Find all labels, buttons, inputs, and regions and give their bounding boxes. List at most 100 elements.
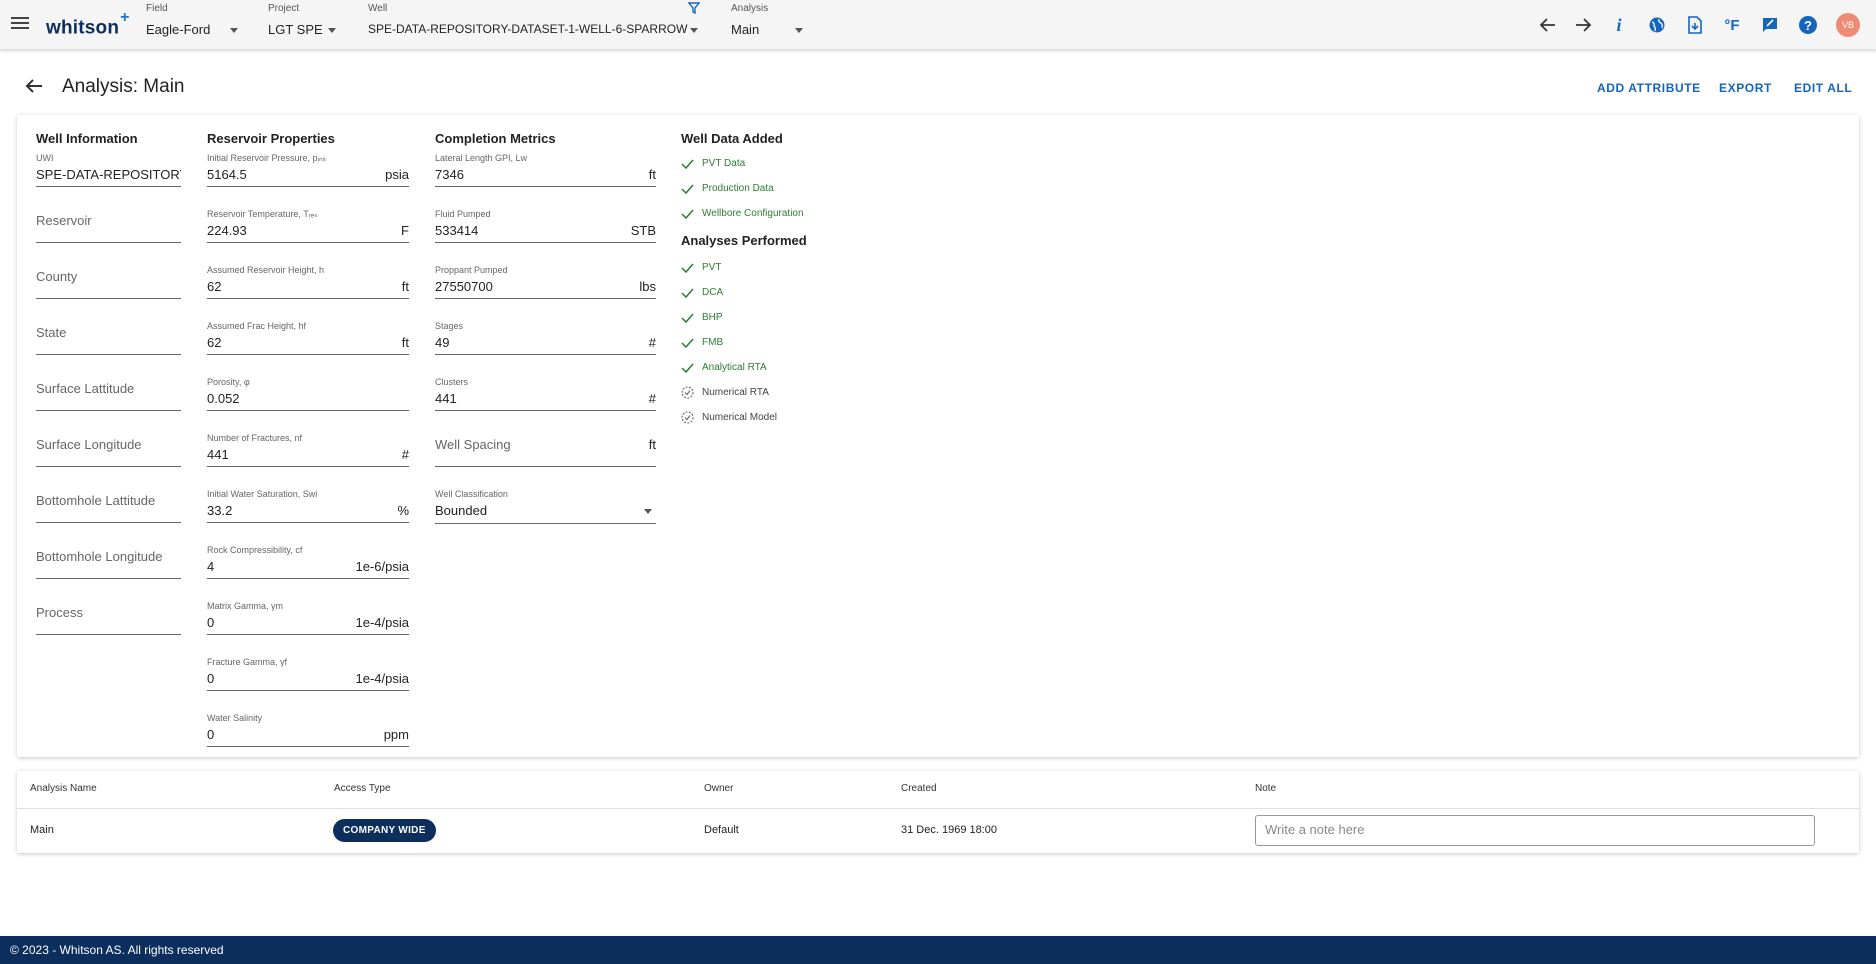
field-label: Proppant Pumped [435, 265, 508, 275]
surface-longitude-field[interactable]: Surface Longitude [36, 411, 181, 467]
avatar[interactable]: VB [1836, 13, 1860, 37]
status-label: Wellbore Configuration [702, 208, 804, 219]
menu-icon[interactable] [10, 14, 30, 34]
analysis-select[interactable]: Analysis Main [731, 3, 803, 43]
process-field[interactable]: Process [36, 579, 181, 635]
surface-latitude-field[interactable]: Surface Lattitude [36, 355, 181, 411]
file-download-icon[interactable] [1683, 13, 1707, 37]
state-field[interactable]: State [36, 299, 181, 355]
column-header-created[interactable]: Created [901, 783, 937, 794]
project-select[interactable]: Project LGT SPE [268, 3, 336, 43]
county-field[interactable]: County [36, 243, 181, 299]
rock-compressibility-field[interactable]: Rock Compressibility, cf 4 1e-6/psia [207, 523, 409, 579]
lateral-length-field[interactable]: Lateral Length GPI, Lw 7346 ft [435, 152, 656, 187]
field-unit: F [401, 223, 409, 238]
field-unit: ft [401, 279, 409, 294]
uwi-field[interactable]: UWI SPE-DATA-REPOSITORY-DATASET-1-WELL-6… [36, 152, 181, 187]
project-select-value: LGT SPE [268, 22, 323, 37]
field-value: 4 [207, 559, 215, 574]
cell-created: 31 Dec. 1969 18:00 [901, 824, 998, 836]
check-icon [681, 209, 694, 220]
temperature-unit-icon[interactable]: °F [1720, 13, 1744, 37]
edit-all-button[interactable]: EDIT ALL [1794, 81, 1852, 95]
export-button[interactable]: EXPORT [1719, 81, 1772, 95]
field-unit: lbs [639, 279, 656, 294]
bottomhole-latitude-field[interactable]: Bottomhole Lattitude [36, 467, 181, 523]
completion-metrics-title: Completion Metrics [435, 131, 556, 146]
well-select[interactable]: Well SPE-DATA-REPOSITORY-DATASET-1-WELL-… [368, 3, 698, 43]
initial-pressure-field[interactable]: Initial Reservoir Pressure, pᵢₙᵢₜ 5164.5… [207, 152, 409, 187]
pending-icon [681, 411, 694, 424]
field-unit: ft [648, 437, 656, 452]
county-placeholder: County [36, 269, 78, 284]
bottomhole-longitude-field[interactable]: Bottomhole Longitude [36, 523, 181, 579]
help-glyph: ? [1799, 16, 1817, 34]
back-arrow-icon[interactable] [24, 76, 44, 96]
field-label: Water Salinity [207, 713, 263, 723]
arrow-forward-icon[interactable] [1571, 13, 1595, 37]
cell-owner: Default [704, 824, 739, 836]
status-item-production-data: Production Data [681, 176, 881, 201]
filter-icon[interactable] [688, 2, 700, 14]
matrix-gamma-field[interactable]: Matrix Gamma, γm 0 1e-4/psia [207, 579, 409, 635]
field-label: Fluid Pumped [435, 209, 491, 219]
well-select-label: Well [368, 3, 388, 14]
column-header-note[interactable]: Note [1255, 783, 1276, 794]
cell-analysis-name[interactable]: Main [30, 824, 54, 836]
footer: © 2023 - Whitson AS. All rights reserved [0, 936, 1876, 964]
field-value: 0 [207, 727, 215, 742]
column-header-analysis-name[interactable]: Analysis Name [30, 783, 97, 794]
column-header-owner[interactable]: Owner [704, 783, 733, 794]
feedback-icon[interactable] [1758, 13, 1782, 37]
analyses-performed-title: Analyses Performed [681, 233, 807, 248]
field-value: 0.052 [207, 391, 240, 406]
fracture-gamma-field[interactable]: Fracture Gamma, γf 0 1e-4/psia [207, 635, 409, 691]
field-label: Stages [435, 321, 464, 331]
frac-height-field[interactable]: Assumed Frac Height, hf 62 ft [207, 299, 409, 355]
arrow-back-icon[interactable] [1536, 13, 1560, 37]
well-data-added-title: Well Data Added [681, 131, 783, 146]
chevron-down-icon [690, 28, 698, 33]
check-icon [681, 159, 694, 170]
info-icon[interactable]: i [1607, 13, 1631, 37]
status-label: Analytical RTA [702, 362, 767, 373]
reservoir-temperature-field[interactable]: Reservoir Temperature, Tᵣₑₛ 224.93 F [207, 187, 409, 243]
add-attribute-button[interactable]: ADD ATTRIBUTE [1597, 81, 1701, 95]
column-header-access-type[interactable]: Access Type [334, 783, 391, 794]
proppant-pumped-field[interactable]: Proppant Pumped 27550700 lbs [435, 243, 656, 299]
field-label: Rock Compressibility, cf [207, 545, 303, 555]
well-classification-select[interactable]: Well Classification Bounded [435, 467, 656, 524]
status-item-numerical-model: Numerical Model [681, 405, 881, 430]
globe-icon[interactable] [1645, 13, 1669, 37]
reservoir-field[interactable]: Reservoir [36, 187, 181, 243]
field-unit: 1e-6/psia [355, 559, 409, 574]
field-select[interactable]: Field Eagle-Ford [146, 3, 238, 43]
access-type-badge[interactable]: COMPANY WIDE [333, 819, 436, 842]
water-saturation-field[interactable]: Initial Water Saturation, Swi 33.2 % [207, 467, 409, 523]
fluid-pumped-field[interactable]: Fluid Pumped 533414 STB [435, 187, 656, 243]
number-of-fractures-field[interactable]: Number of Fractures, nf 441 # [207, 411, 409, 467]
field-value: 224.93 [207, 223, 247, 238]
field-unit: # [648, 335, 656, 350]
status-item-fmb: FMB [681, 330, 881, 355]
porosity-field[interactable]: Porosity, φ 0.052 [207, 355, 409, 411]
project-select-label: Project [268, 3, 300, 14]
well-spacing-field[interactable]: Well Spacing ft [435, 411, 656, 467]
field-label: Assumed Frac Height, hf [207, 321, 307, 331]
water-salinity-field[interactable]: Water Salinity 0 ppm [207, 691, 409, 747]
status-item-dca: DCA [681, 280, 881, 305]
field-unit: % [397, 503, 409, 518]
field-value: 49 [435, 335, 450, 350]
field-value: 62 [207, 279, 222, 294]
help-icon[interactable]: ? [1796, 13, 1820, 37]
stages-field[interactable]: Stages 49 # [435, 299, 656, 355]
note-input[interactable] [1255, 815, 1815, 846]
app-logo[interactable]: whitson+ [46, 9, 130, 39]
well-information-section: Well Information UWI SPE-DATA-REPOSITORY… [36, 131, 181, 635]
reservoir-properties-section: Reservoir Properties Initial Reservoir P… [207, 131, 409, 747]
reservoir-height-field[interactable]: Assumed Reservoir Height, h 62 ft [207, 243, 409, 299]
clusters-field[interactable]: Clusters 441 # [435, 355, 656, 411]
uwi-value: SPE-DATA-REPOSITORY-DATASET-1-WELL-6-SPA… [36, 167, 181, 182]
field-label: Fracture Gamma, γf [207, 657, 288, 667]
analysis-select-label: Analysis [731, 3, 769, 14]
